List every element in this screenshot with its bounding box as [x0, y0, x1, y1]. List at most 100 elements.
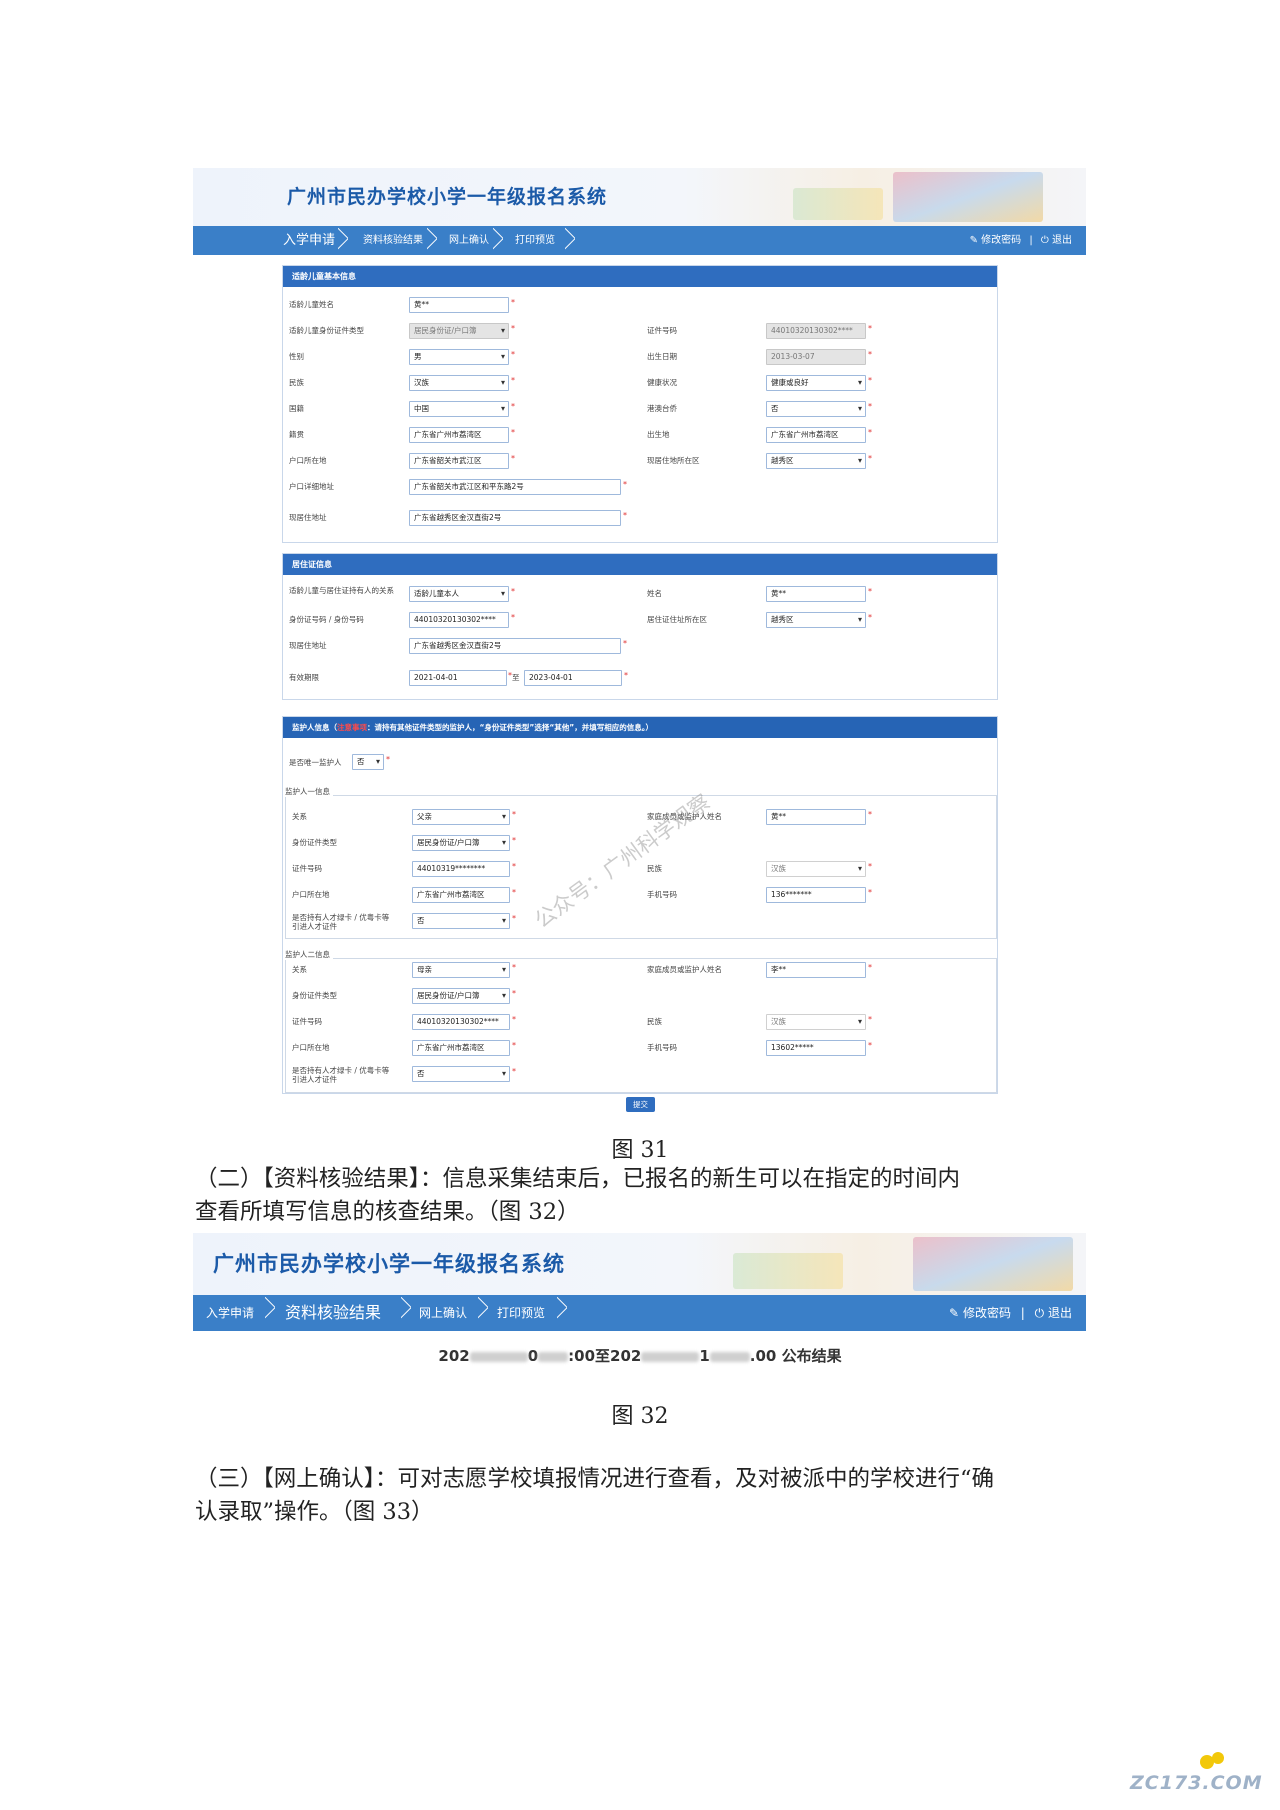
g2-id-number-input[interactable]: 44010320130302**** [412, 1014, 510, 1030]
permit-address-input[interactable]: 广东省越秀区金汉直街2号 [409, 638, 621, 654]
nav-tab-print-preview[interactable]: 打印预览 [497, 1295, 545, 1331]
field-label: 手机号码 [647, 1043, 677, 1052]
submit-button[interactable]: 提交 [626, 1097, 655, 1112]
ethnicity-select[interactable]: 汉族 [409, 375, 509, 391]
field-label: 出生日期 [647, 352, 677, 361]
residence-district-select[interactable]: 越秀区 [766, 453, 866, 469]
field-label: 家庭成员或监护人姓名 [647, 965, 722, 974]
field-label: 港澳台侨 [647, 404, 677, 413]
g1-hukou-input[interactable]: 广东省广州市荔湾区 [412, 887, 510, 903]
field-label: 适龄儿童姓名 [289, 300, 334, 309]
system-header-2: 广州市民办学校小学一年级报名系统 入学申请 资料核验结果 网上确认 打印预览 ✎… [193, 1233, 1086, 1331]
health-select[interactable]: 健康或良好 [766, 375, 866, 391]
banner-book-illustration [893, 172, 1043, 222]
figure-caption-31: 图 31 [611, 1138, 669, 1163]
required-mark: * [512, 888, 516, 897]
required-mark: * [512, 1067, 516, 1076]
g1-relation-select[interactable]: 父亲 [412, 809, 510, 825]
nav-tab-apply[interactable]: 入学申请 [283, 226, 335, 255]
birthplace-input[interactable]: 广东省广州市荔湾区 [766, 427, 866, 443]
child-info-panel: 适龄儿童基本信息 [282, 265, 998, 543]
required-mark: * [511, 428, 515, 437]
valid-to-input[interactable]: 2023-04-01 [524, 670, 622, 686]
chevron-right-icon [427, 226, 437, 255]
nav-tab-online-confirm[interactable]: 网上确认 [449, 226, 489, 255]
only-guardian-select[interactable]: 否 [352, 754, 384, 770]
required-mark: * [512, 862, 516, 871]
g2-talent-card-select[interactable]: 否 [412, 1066, 510, 1082]
birth-date-input: 2013-03-07 [766, 349, 866, 365]
g1-ethnicity-select[interactable]: 汉族 [766, 861, 866, 877]
g1-name-input[interactable]: 黄** [766, 809, 866, 825]
change-password-link[interactable]: 修改密码 [981, 235, 1021, 246]
paragraph-online-confirm: （三）【网上确认】：可对志愿学校填报情况进行查看，及对被派中的学校进行“确 认录… [195, 1463, 1095, 1529]
required-mark: * [624, 671, 628, 680]
holder-id-input[interactable]: 44010320130302**** [409, 612, 509, 628]
native-place-input[interactable]: 广东省广州市荔湾区 [409, 427, 509, 443]
banner-pencil-illustration [733, 1253, 843, 1289]
g1-id-type-select[interactable]: 居民身份证/户口簿 [412, 835, 510, 851]
pencil-icon: ✎ [949, 1306, 960, 1320]
nav-tab-verify-result[interactable]: 资料核验结果 [363, 226, 423, 255]
required-mark: * [512, 836, 516, 845]
field-label: 健康状况 [647, 378, 677, 387]
field-label: 性别 [289, 352, 304, 361]
required-mark: * [511, 454, 515, 463]
required-mark: * [868, 862, 872, 871]
field-label: 证件号码 [647, 326, 677, 335]
current-address-input[interactable]: 广东省越秀区金汉直街2号 [409, 510, 621, 526]
chevron-right-icon [557, 1295, 567, 1331]
hk-macau-select[interactable]: 否 [766, 401, 866, 417]
system-title: 广州市民办学校小学一年级报名系统 [213, 1252, 565, 1276]
logout-link[interactable]: 退出 [1052, 235, 1072, 246]
g1-id-number-input[interactable]: 44010319******** [412, 861, 510, 877]
field-label: 身份证号码 / 身份号码 [289, 615, 364, 624]
field-label: 民族 [647, 1017, 662, 1026]
g2-ethnicity-select[interactable]: 汉族 [766, 1014, 866, 1030]
paragraph-line: （二）【资料核验结果】：信息采集结束后，已报名的新生可以在指定的时间内 [195, 1166, 961, 1192]
field-label: 户口所在地 [292, 890, 330, 899]
system-title: 广州市民办学校小学一年级报名系统 [287, 186, 608, 208]
field-label: 关系 [292, 965, 307, 974]
nav-bar: 入学申请 资料核验结果 网上确认 打印预览 ✎ 修改密码 | ⏻ 退出 [193, 226, 1086, 255]
g2-hukou-input[interactable]: 广东省广州市荔湾区 [412, 1040, 510, 1056]
field-label: 身份证件类型 [292, 838, 337, 847]
redacted-mark [538, 1351, 569, 1362]
g2-phone-input[interactable]: 13602***** [766, 1040, 866, 1056]
pencil-icon: ✎ [969, 235, 978, 246]
g2-name-input[interactable]: 李** [766, 962, 866, 978]
logout-link[interactable]: 退出 [1048, 1306, 1072, 1320]
g2-relation-select[interactable]: 母亲 [412, 962, 510, 978]
valid-from-input[interactable]: 2021-04-01 [409, 670, 507, 686]
g1-phone-input[interactable]: 136******* [766, 887, 866, 903]
child-id-type-select: 居民身份证/户口簿 [409, 323, 509, 339]
field-label: 有效期限 [289, 673, 319, 682]
chevron-right-icon [478, 1295, 488, 1331]
permit-district-select[interactable]: 越秀区 [766, 612, 866, 628]
nav-tab-apply[interactable]: 入学申请 [206, 1295, 254, 1331]
change-password-link[interactable]: 修改密码 [963, 1306, 1011, 1320]
guardian1-title: 监护人一信息 [285, 786, 333, 797]
hukou-location-input[interactable]: 广东省韶关市武江区 [409, 453, 509, 469]
result-text: 0 [527, 1347, 539, 1365]
field-label: 证件号码 [292, 1017, 322, 1026]
field-label: 手机号码 [647, 890, 677, 899]
required-mark: * [512, 810, 516, 819]
result-text: 202 [438, 1347, 470, 1365]
redacted-mark [709, 1351, 750, 1362]
nationality-select[interactable]: 中国 [409, 401, 509, 417]
nav-account-links: ✎ 修改密码 | ⏻ 退出 [970, 226, 1072, 255]
gender-select[interactable]: 男 [409, 349, 509, 365]
nav-tab-print-preview[interactable]: 打印预览 [515, 226, 555, 255]
g1-talent-card-select[interactable]: 否 [412, 913, 510, 929]
field-label: 民族 [647, 864, 662, 873]
holder-relation-select[interactable]: 适龄儿童本人 [409, 586, 509, 602]
holder-name-input[interactable]: 黄** [766, 586, 866, 602]
child-name-input[interactable]: 黄** [409, 297, 509, 313]
hukou-address-input[interactable]: 广东省韶关市武江区和平东路2号 [409, 479, 621, 495]
g2-id-type-select[interactable]: 居民身份证/户口簿 [412, 988, 510, 1004]
nav-tab-verify-result[interactable]: 资料核验结果 [285, 1295, 381, 1331]
nav-tab-online-confirm[interactable]: 网上确认 [419, 1295, 467, 1331]
field-label: 民族 [289, 378, 304, 387]
required-mark: * [511, 613, 515, 622]
